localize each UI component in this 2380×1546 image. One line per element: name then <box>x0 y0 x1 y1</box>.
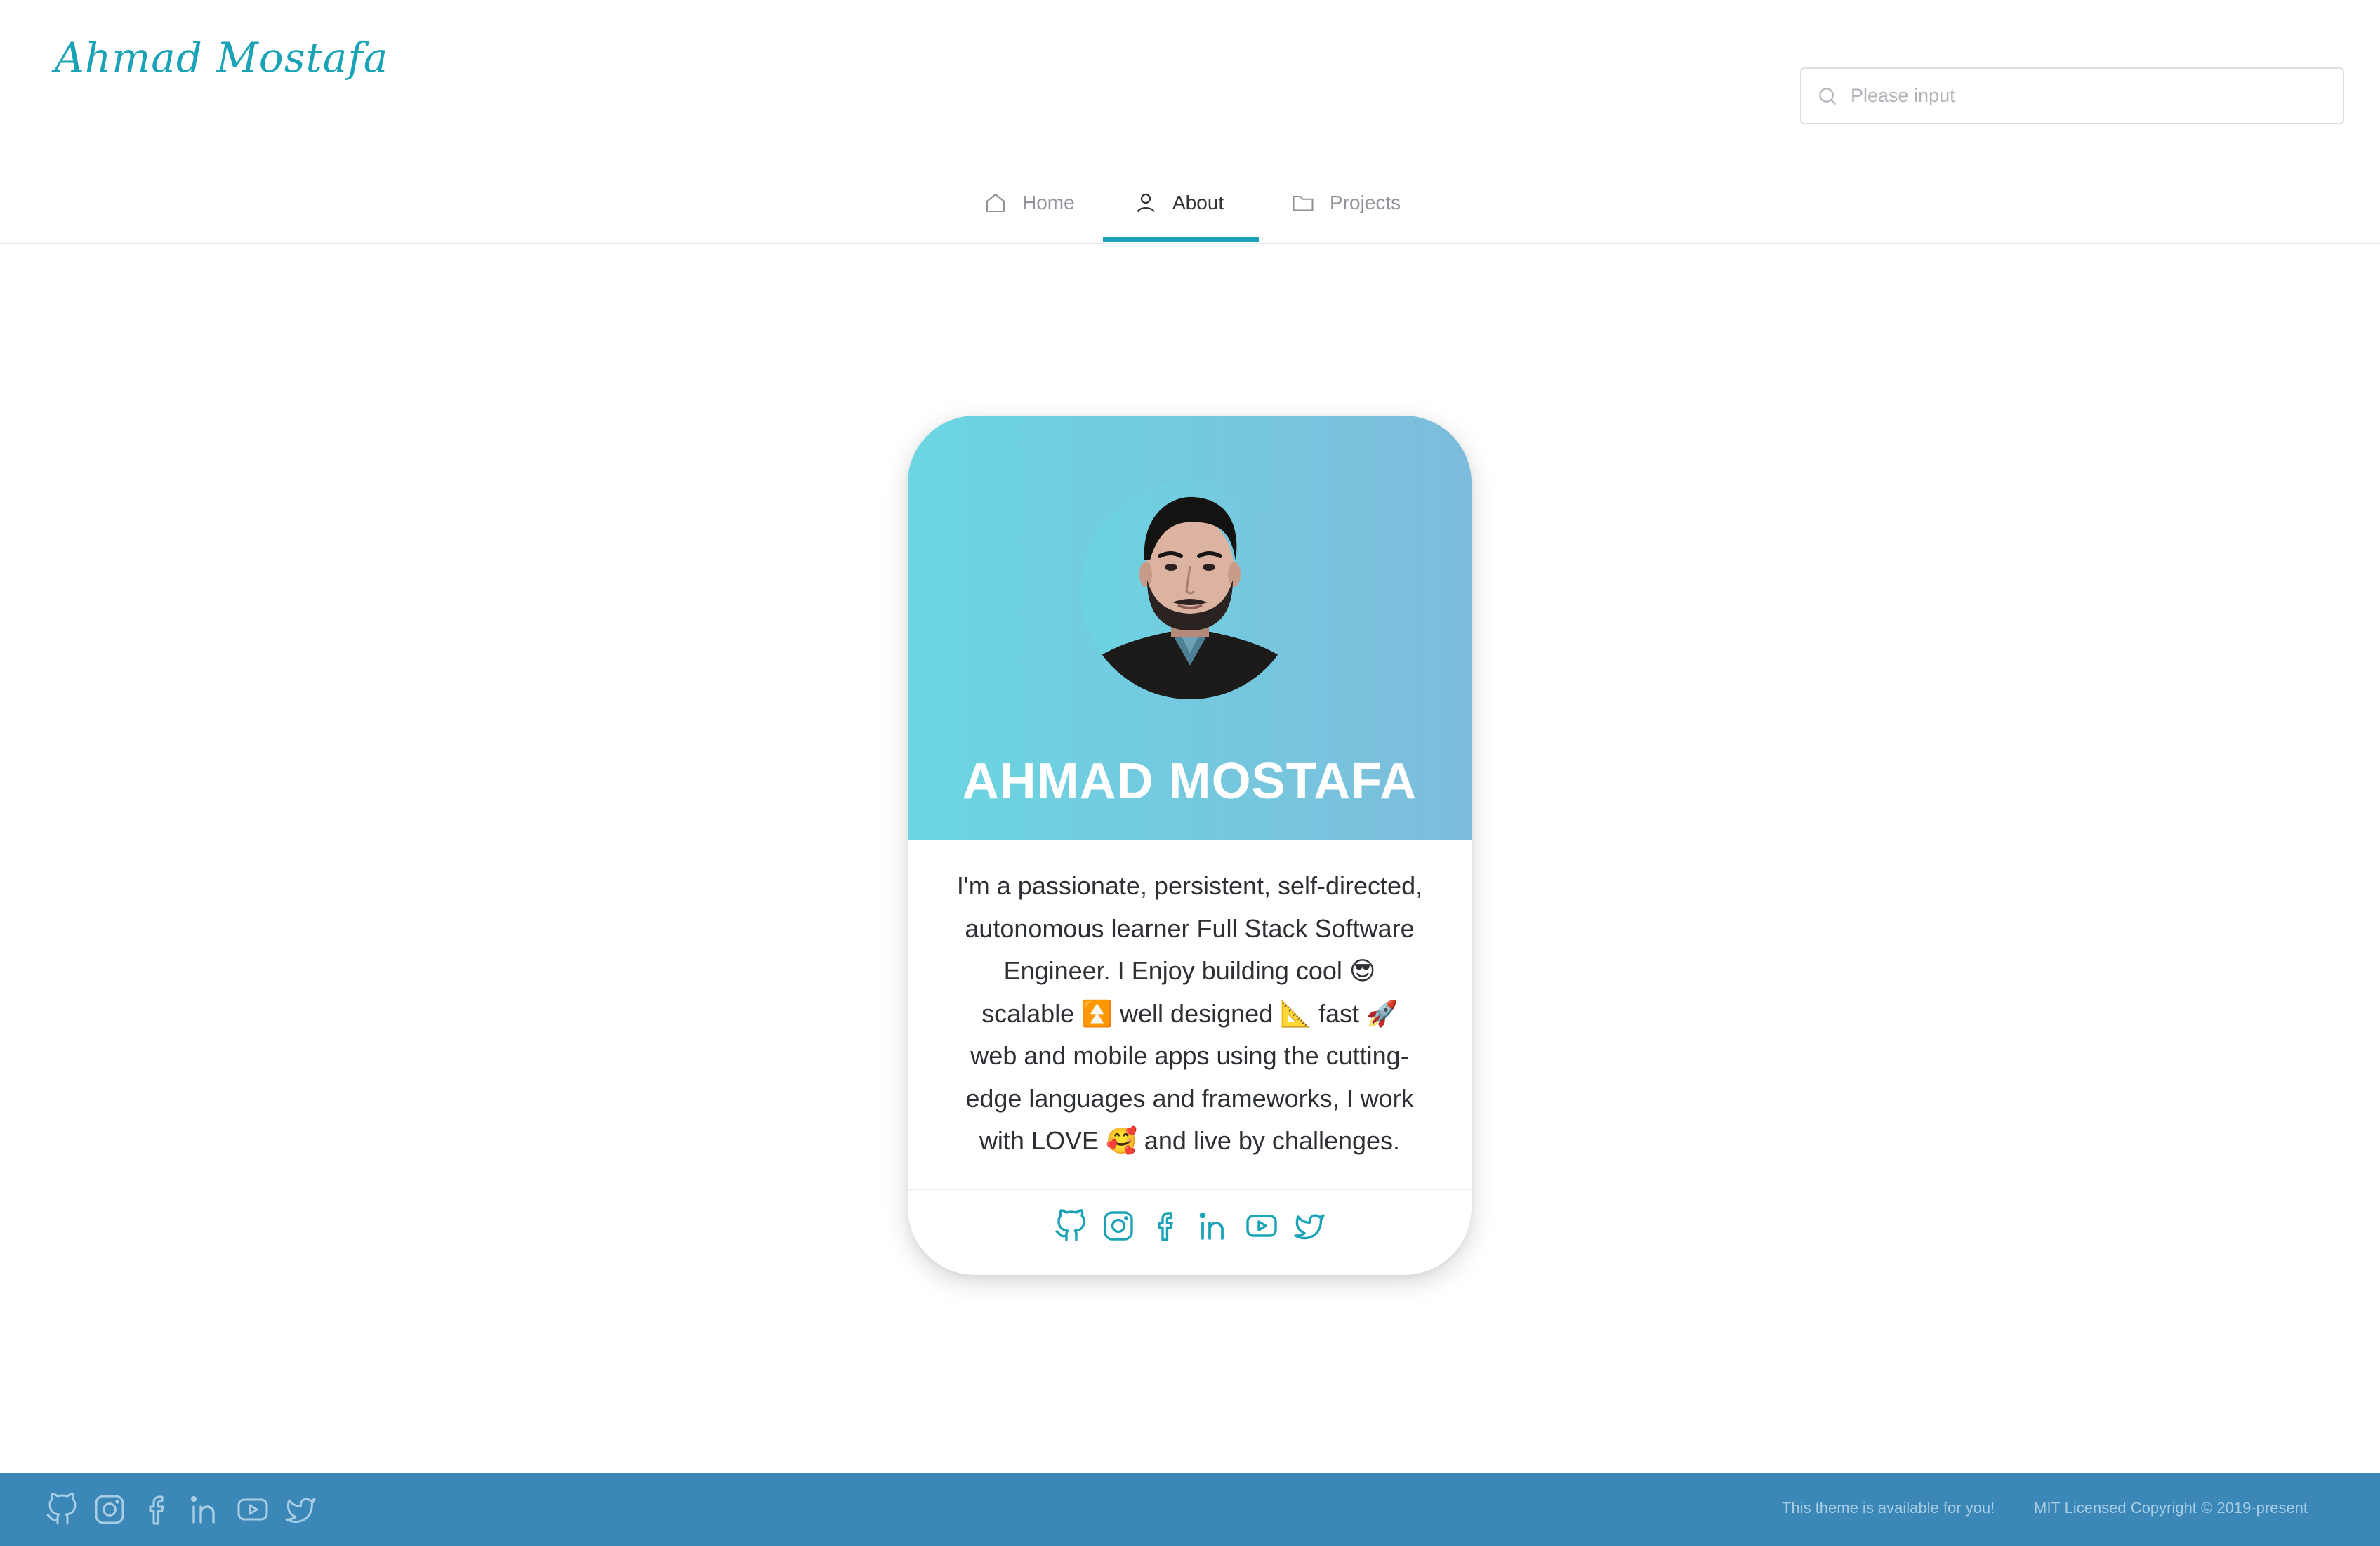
footer-social-links <box>45 1491 317 1528</box>
youtube-icon[interactable] <box>236 1491 270 1528</box>
twitter-icon[interactable] <box>284 1491 317 1528</box>
bio-line: scalable ⏫ well designed 📐 fast 🚀 <box>981 998 1398 1028</box>
github-icon[interactable] <box>1054 1209 1087 1243</box>
brand-logo[interactable]: Ahmad Mostafa <box>55 34 388 81</box>
twitter-icon[interactable] <box>1293 1209 1326 1243</box>
tab-home[interactable]: Home <box>983 161 1075 244</box>
tab-about-label: About <box>1172 192 1224 213</box>
linkedin-icon[interactable] <box>1197 1209 1231 1243</box>
bio-line: autonomous learner Full Stack Software <box>965 913 1415 943</box>
active-tab-indicator <box>1103 237 1259 242</box>
profile-card: AHMAD MOSTAFA I'm a passionate, persiste… <box>908 416 1472 1275</box>
search-box[interactable] <box>1800 67 2344 124</box>
youtube-icon[interactable] <box>1245 1209 1278 1243</box>
instagram-icon[interactable] <box>93 1491 126 1528</box>
tab-about[interactable]: About <box>1133 161 1224 244</box>
profile-card-header: AHMAD MOSTAFA <box>908 416 1472 840</box>
footer: This theme is available for you! MIT Lic… <box>0 1473 2380 1546</box>
profile-name: AHMAD MOSTAFA <box>962 753 1417 810</box>
bio-line: edge languages and frameworks, I work <box>965 1083 1414 1113</box>
avatar-portrait <box>1081 482 1299 699</box>
footer-license-text: MIT Licensed Copyright © 2019-present <box>2034 1499 2308 1517</box>
user-icon <box>1137 193 1155 213</box>
facebook-icon[interactable] <box>1149 1209 1183 1243</box>
github-icon[interactable] <box>45 1491 79 1528</box>
search-input[interactable] <box>1849 84 2327 107</box>
bio-line: with LOVE 🥰 and live by challenges. <box>979 1126 1401 1155</box>
bio-line: I'm a passionate, persistent, self-direc… <box>956 871 1423 900</box>
card-divider <box>908 1189 1472 1190</box>
linkedin-icon[interactable] <box>188 1491 222 1528</box>
bio-line: web and mobile apps using the cutting- <box>970 1041 1409 1070</box>
facebook-icon[interactable] <box>140 1491 174 1528</box>
tab-projects-label: Projects <box>1330 192 1401 213</box>
card-social-links <box>908 1209 1472 1243</box>
main-nav: Home About Projects <box>0 161 2380 244</box>
search-icon <box>1819 87 1837 105</box>
instagram-icon[interactable] <box>1102 1209 1135 1243</box>
home-icon <box>986 193 1005 213</box>
avatar <box>1081 482 1299 699</box>
tab-home-label: Home <box>1022 192 1075 213</box>
bio-line: Engineer. I Enjoy building cool 😎 <box>1003 956 1376 985</box>
footer-theme-text: This theme is available for you! <box>1782 1499 1995 1517</box>
profile-bio: I'm a passionate, persistent, self-direc… <box>950 865 1429 1163</box>
folder-icon <box>1293 195 1314 211</box>
tab-projects[interactable]: Projects <box>1290 161 1401 244</box>
